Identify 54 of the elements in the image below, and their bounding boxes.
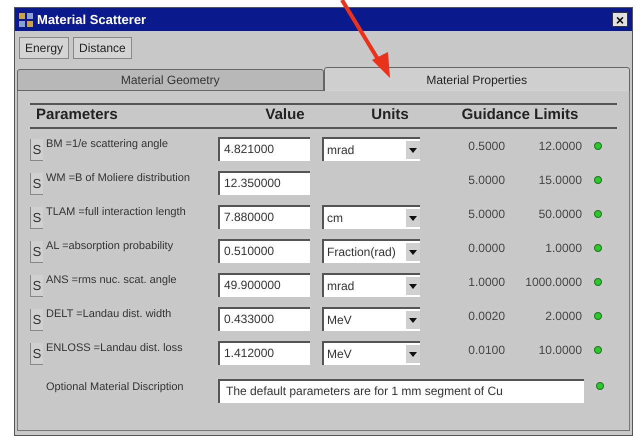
min-limit: 0.0020: [467, 308, 505, 325]
parameter-label: WM =B of Moliere distribution: [46, 171, 191, 185]
close-button[interactable]: ×: [612, 12, 628, 27]
parameter-label: BM =1/e scattering angle: [46, 137, 169, 151]
min-limit: 5.0000: [467, 172, 505, 189]
value-field[interactable]: 1.412000: [218, 341, 310, 365]
max-limit: 10.0000: [538, 342, 582, 359]
column-header: Value: [264, 104, 306, 124]
max-limit: 1000.0000: [524, 274, 582, 291]
parameter-label: AL =absorption probability: [46, 239, 174, 253]
parameter-label: ENLOSS =Landau dist. loss: [46, 341, 184, 355]
max-limit: 50.0000: [538, 206, 582, 223]
s-button[interactable]: S: [30, 207, 43, 229]
s-button[interactable]: S: [30, 309, 43, 331]
description-field[interactable]: The default parameters are for 1 mm segment of Cu: [218, 379, 584, 403]
min-limit: 0.5000: [467, 138, 505, 155]
s-button[interactable]: S: [30, 241, 43, 263]
units-dropdown[interactable]: mrad: [322, 273, 420, 297]
max-limit: 15.0000: [538, 172, 582, 189]
value-field[interactable]: 7.880000: [218, 205, 310, 229]
description-label: Optional Material Discription: [46, 380, 185, 395]
s-button[interactable]: S: [30, 139, 43, 161]
column-header: Guidance Limits: [460, 104, 580, 124]
tab[interactable]: Material Geometry: [17, 69, 324, 91]
toolbar-button[interactable]: Energy: [19, 37, 70, 59]
min-limit: 1.0000: [467, 274, 505, 291]
value-field[interactable]: 0.510000: [218, 239, 310, 263]
max-limit: 1.0000: [544, 240, 582, 257]
s-button[interactable]: S: [30, 275, 43, 297]
tab[interactable]: Material Properties: [324, 67, 630, 91]
value-field[interactable]: 0.433000: [218, 307, 310, 331]
max-limit: 12.0000: [538, 138, 582, 155]
column-header: Units: [370, 104, 410, 124]
min-limit: 5.0000: [467, 206, 505, 223]
units-dropdown[interactable]: Fraction(rad): [322, 239, 420, 263]
min-limit: 0.0000: [467, 240, 505, 257]
min-limit: 0.0100: [467, 342, 505, 359]
value-field[interactable]: 4.821000: [218, 137, 310, 161]
window-icon: [19, 12, 33, 26]
units-dropdown[interactable]: mrad: [322, 137, 420, 161]
value-field[interactable]: 49.900000: [218, 273, 310, 297]
s-button[interactable]: S: [30, 343, 43, 365]
column-header: Parameters: [35, 104, 119, 124]
s-button[interactable]: S: [30, 173, 43, 195]
units-dropdown[interactable]: MeV: [322, 341, 420, 365]
units-dropdown[interactable]: MeV: [322, 307, 420, 331]
toolbar-button[interactable]: Distance: [73, 37, 132, 59]
parameter-label: ANS =rms nuc. scat. angle: [46, 273, 178, 287]
window-title: Material Scatterer: [37, 10, 148, 29]
units-dropdown[interactable]: cm: [322, 205, 420, 229]
parameter-label: TLAM =full interaction length: [46, 205, 187, 219]
value-field[interactable]: 12.350000: [218, 171, 310, 195]
parameter-label: DELT =Landau dist. width: [46, 307, 172, 321]
max-limit: 2.0000: [544, 308, 582, 325]
